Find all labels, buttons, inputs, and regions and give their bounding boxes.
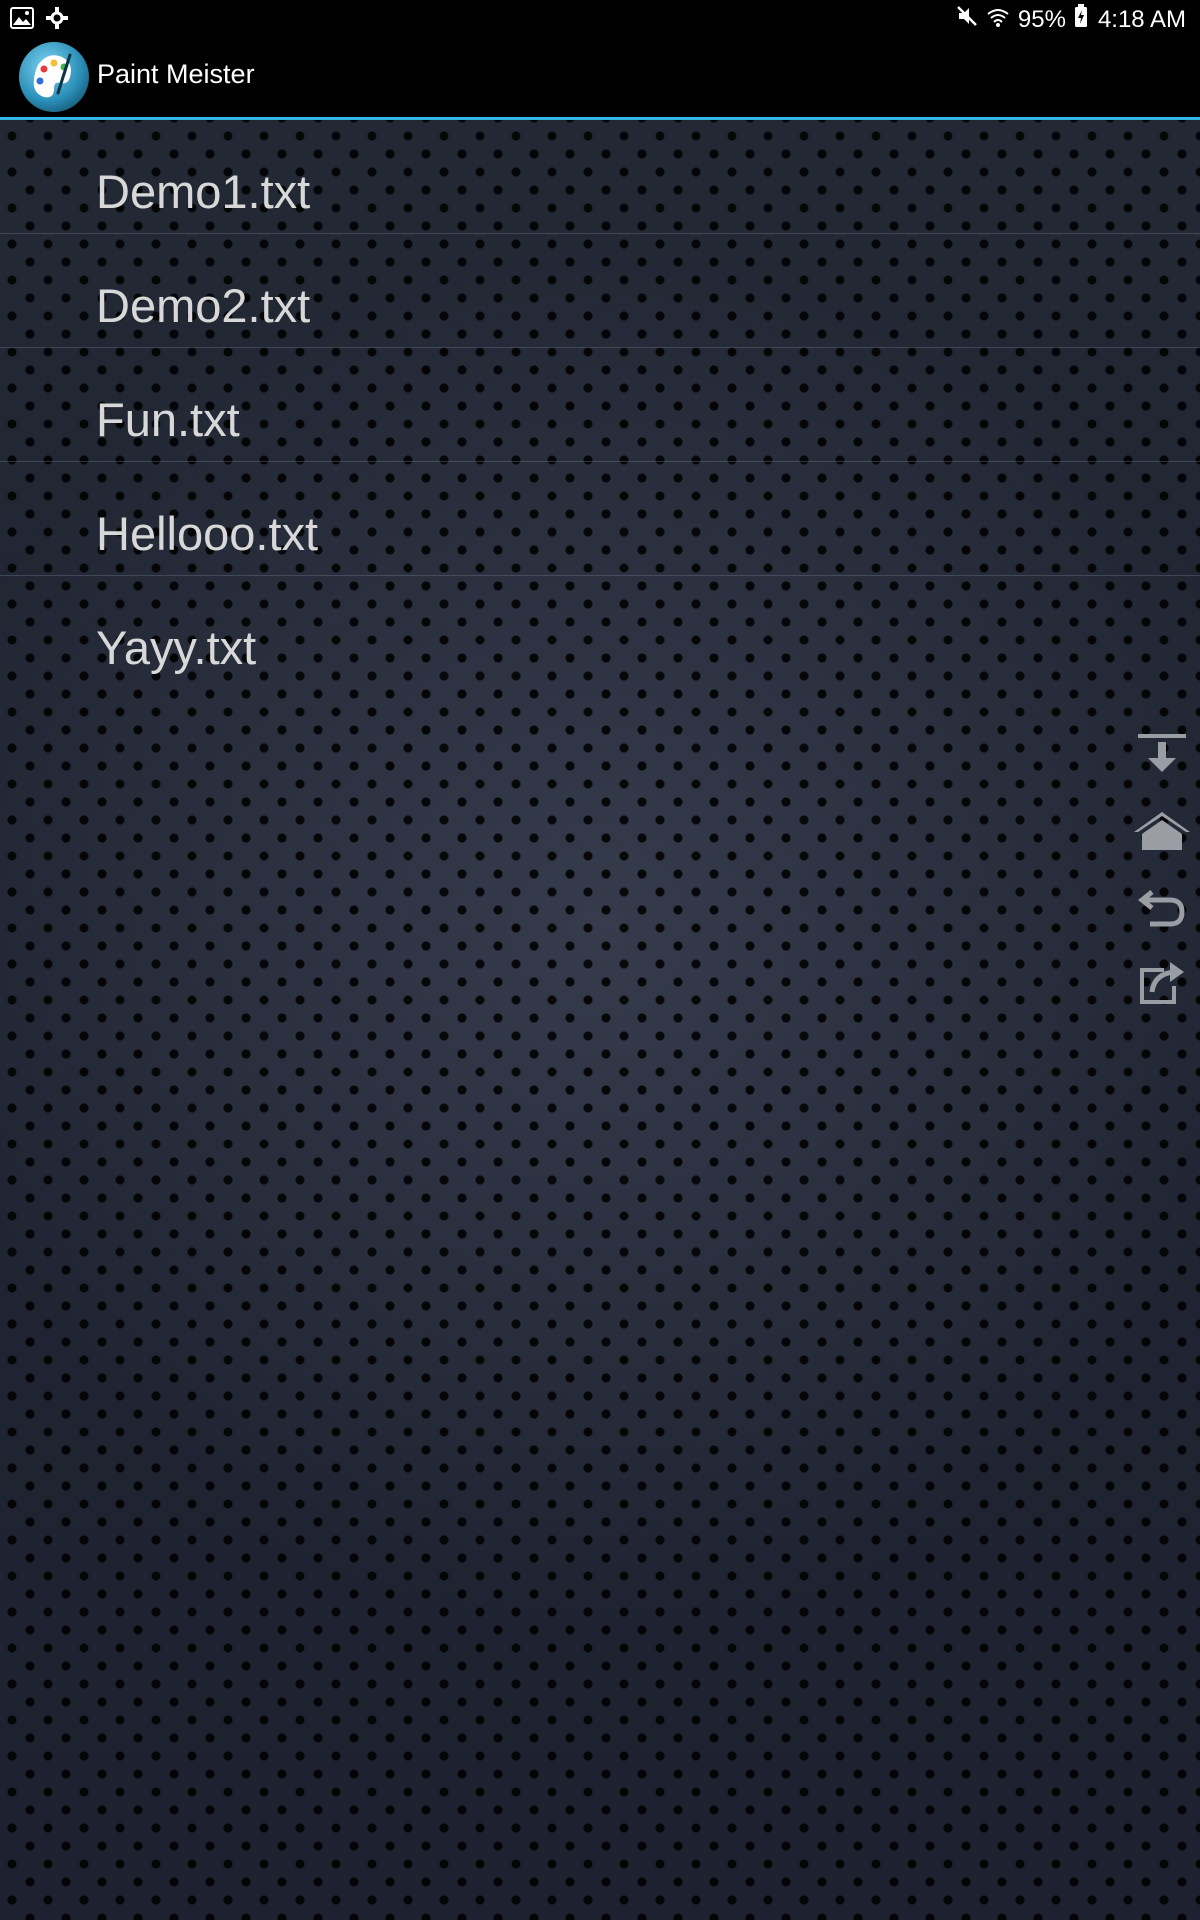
file-name: Fun.txt [96,393,240,446]
file-item-yayy[interactable]: Yayy.txt [0,576,1200,689]
file-item-fun[interactable]: Fun.txt [0,348,1200,462]
file-list: Demo1.txt Demo2.txt Fun.txt Hellooo.txt … [0,120,1200,689]
file-name: Demo2.txt [96,279,311,332]
file-name: Demo1.txt [96,165,311,218]
file-item-hellooo[interactable]: Hellooo.txt [0,462,1200,576]
settings-tool-icon [44,6,70,35]
file-item-demo1[interactable]: Demo1.txt [0,120,1200,234]
home-button[interactable] [1132,794,1192,870]
download-icon [1136,730,1188,783]
file-item-demo2[interactable]: Demo2.txt [0,234,1200,348]
palette-logo-icon[interactable] [18,41,90,113]
clock: 4:18 AM [1097,5,1186,33]
download-button[interactable] [1132,718,1192,794]
app-bar: Paint Meister [0,37,1200,120]
gallery-icon [10,7,34,34]
side-toolbar [1132,718,1192,1022]
wifi-icon [986,6,1010,34]
app-title: Paint Meister [97,59,255,89]
file-name: Hellooo.txt [96,507,319,560]
back-button[interactable] [1132,870,1192,946]
status-bar: 95% 4:18 AM [0,0,1200,37]
battery-charging-icon [1074,4,1088,35]
share-icon [1136,958,1188,1011]
home-icon [1132,806,1192,859]
mute-icon [956,5,978,34]
file-name: Yayy.txt [96,621,257,674]
file-browser: Demo1.txt Demo2.txt Fun.txt Hellooo.txt … [0,120,1200,1920]
back-icon [1136,882,1188,935]
share-button[interactable] [1132,946,1192,1022]
battery-percent: 95% [1017,5,1066,33]
